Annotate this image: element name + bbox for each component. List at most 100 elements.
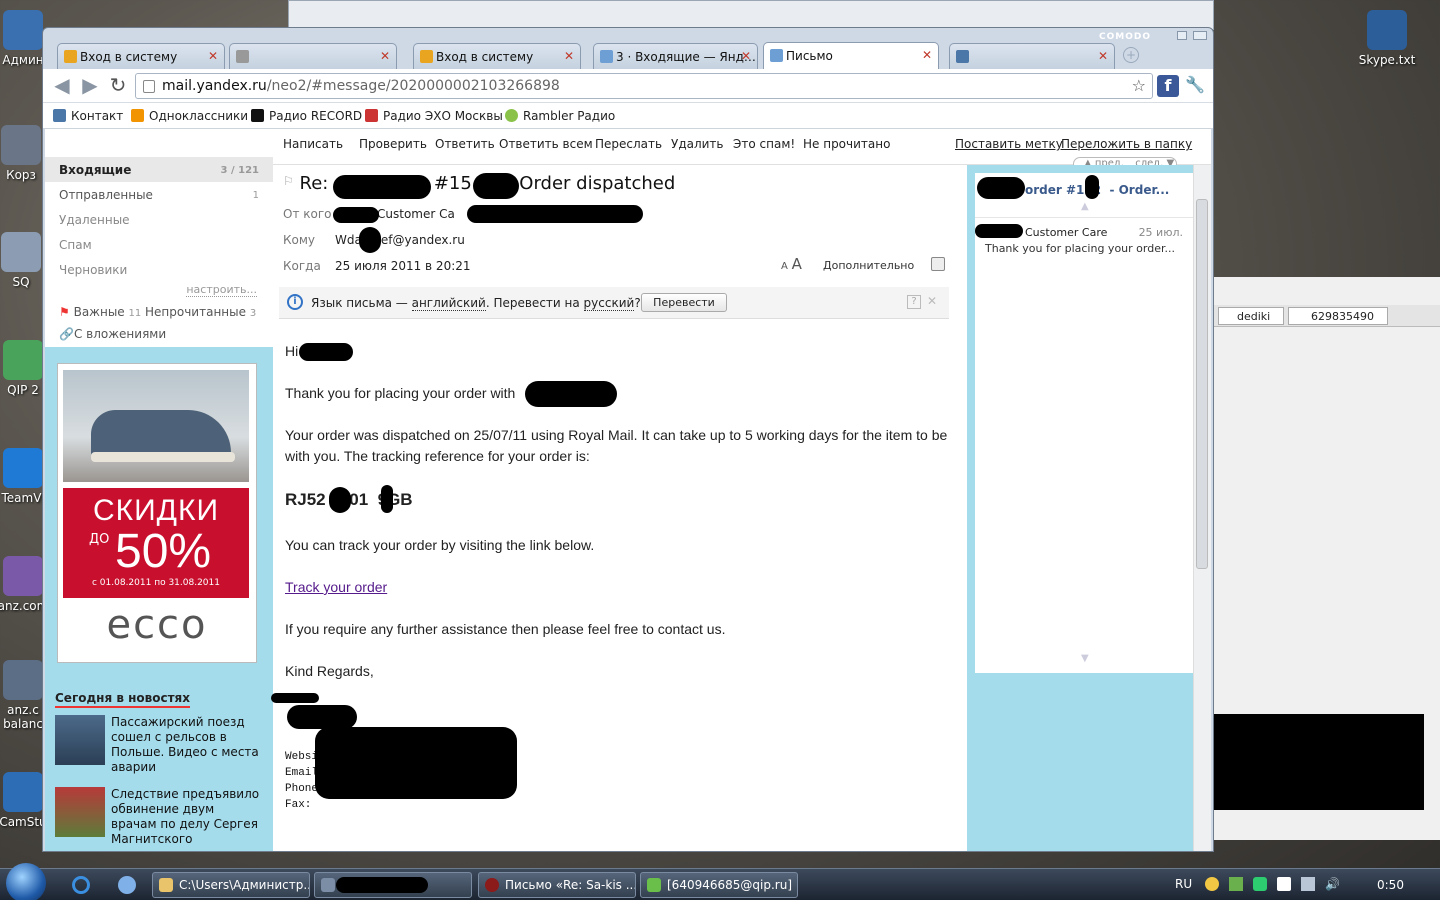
desktop-icon-skype-txt[interactable]: Skype.txt	[1356, 10, 1418, 67]
forward-button[interactable]: Переслать	[595, 137, 662, 151]
ecco-ad[interactable]: СКИДКИ ДО 50% с 01.08.2011 по 31.08.2011…	[57, 363, 257, 663]
forward-icon[interactable]: ▶	[79, 75, 101, 97]
print-icon[interactable]	[931, 257, 945, 271]
network-icon[interactable]	[1301, 877, 1315, 891]
to-value[interactable]: Wda ef@yandex.ru	[335, 233, 465, 247]
redaction	[359, 227, 381, 253]
label-important[interactable]: ⚑ Важные 11	[59, 305, 141, 319]
volume-icon[interactable]: 🔊	[1325, 877, 1340, 891]
tray-app-icon[interactable]	[1205, 877, 1219, 891]
reply-all-button[interactable]: Ответить всем	[499, 137, 593, 151]
reload-icon[interactable]: ↻	[107, 75, 129, 97]
tray-app-icon[interactable]	[1229, 877, 1243, 891]
date-value: 25 июля 2011 в 20:21	[335, 259, 471, 273]
thread-up-icon[interactable]: ▲	[1081, 201, 1089, 212]
window-close-button[interactable]	[1193, 31, 1207, 40]
bookmark-vkontakte[interactable]: Контакт	[53, 109, 123, 123]
tab-inbox[interactable]: 3 · Входящие — Янд… ✕	[593, 43, 758, 69]
taskbar-browser[interactable]: Письмо «Re: Sa-kis ...	[478, 872, 636, 898]
bgapp-tab-dediki[interactable]: dediki	[1218, 307, 1284, 325]
more-details-link[interactable]: Дополнительно	[823, 259, 914, 272]
folder-sent[interactable]: Отправленные 1	[45, 182, 273, 207]
tab-vkontakte[interactable]: ✕	[949, 43, 1115, 69]
url-host: mail.yandex.ru	[162, 78, 267, 94]
vk-icon[interactable]	[1277, 877, 1291, 891]
regards: Kind Regards,	[285, 663, 374, 679]
taskbar-explorer[interactable]: C:\Users\Администр...	[152, 872, 310, 898]
close-icon[interactable]: ✕	[927, 294, 937, 308]
track-order-link[interactable]: Track your order	[285, 577, 387, 598]
redaction	[336, 877, 428, 893]
ad-discount-panel: СКИДКИ ДО 50% с 01.08.2011 по 31.08.2011	[63, 488, 249, 598]
clock[interactable]: 0:50	[1377, 878, 1404, 892]
tray-icons: 🔊	[1205, 877, 1345, 893]
wrench-icon[interactable]: 🔧	[1185, 75, 1205, 95]
delete-button[interactable]: Удалить	[671, 137, 724, 151]
info-icon: i	[287, 294, 303, 310]
folder-drafts[interactable]: Черновики	[45, 257, 273, 282]
folder-spam[interactable]: Спам	[45, 232, 273, 257]
ie-icon[interactable]	[72, 876, 90, 894]
bgapp-tab-contact[interactable]: 629835490	[1288, 307, 1388, 325]
bookmark-echo-moscow[interactable]: Радио ЭХО Москвы	[365, 109, 503, 123]
close-icon[interactable]: ✕	[380, 49, 390, 63]
tray-app-icon[interactable]	[1253, 877, 1267, 891]
scrollbar-thumb[interactable]	[1196, 199, 1208, 569]
move-to-folder-button[interactable]: Переложить в папку	[1061, 137, 1192, 151]
thread-message[interactable]: Customer Care 25 июл. Thank you for plac…	[975, 217, 1193, 263]
taskbar-qip[interactable]: [640946685@qip.ru] ...	[640, 872, 798, 898]
translate-bar: i Язык письма — английский. Перевести на…	[279, 287, 949, 319]
settings-link[interactable]: настроить...	[186, 283, 257, 297]
window-icon	[321, 878, 335, 892]
folder-icon	[159, 878, 173, 892]
facebook-icon[interactable]: f	[1157, 75, 1179, 97]
label-attachments[interactable]: 🔗С вложениями	[59, 327, 166, 341]
thread-pane: order #152 - Order... ▲ Customer Care 25…	[967, 165, 1193, 851]
set-label-button[interactable]: Поставить метку	[955, 137, 1063, 151]
thread-down-icon[interactable]: ▼	[1081, 653, 1089, 664]
vk-icon	[956, 50, 969, 63]
tab-login-1[interactable]: Вход в систему ✕	[57, 43, 225, 69]
close-icon[interactable]: ✕	[564, 49, 574, 63]
news-title[interactable]: Сегодня в новостях	[55, 691, 190, 708]
close-icon[interactable]: ✕	[1098, 49, 1108, 63]
bookmark-radio-record[interactable]: Радио RECORD	[251, 109, 362, 123]
page-scrollbar[interactable]	[1193, 165, 1211, 851]
window-minimize-button[interactable]	[1177, 31, 1187, 40]
check-mail-button[interactable]: Проверить	[359, 137, 427, 151]
browser-window: COMODO Вход в систему ✕ ✕ Вход в систему ✕…	[42, 27, 1214, 852]
reply-button[interactable]: Ответить	[435, 137, 495, 151]
from-value[interactable]: Customer Ca	[377, 207, 455, 221]
echo-icon	[365, 109, 378, 122]
bookmark-odnoklassniki[interactable]: Одноклассники	[131, 109, 248, 123]
new-tab-button[interactable]: +	[1123, 47, 1139, 63]
translate-button[interactable]: Перевести	[641, 293, 727, 312]
star-icon[interactable]: ☆	[1132, 76, 1146, 95]
font-size-toggle[interactable]: A A	[781, 255, 802, 273]
close-icon[interactable]: ✕	[208, 49, 218, 63]
close-icon[interactable]: ✕	[922, 48, 932, 62]
back-icon[interactable]: ◀	[51, 75, 73, 97]
browser-icon	[485, 878, 499, 892]
redaction	[525, 381, 617, 407]
folder-inbox[interactable]: Входящие 3 / 121	[45, 157, 273, 182]
bookmark-rambler-radio[interactable]: Rambler Радио	[505, 109, 615, 123]
label-unread[interactable]: Непрочитанные 3	[145, 305, 256, 319]
flag-icon[interactable]: ⚐	[283, 174, 294, 188]
quicklaunch-icon[interactable]	[118, 876, 136, 894]
bookmarks-bar: Контакт Одноклассники Радио RECORD Радио…	[43, 103, 1213, 129]
tab-letter[interactable]: Письмо ✕	[763, 42, 939, 70]
source-language-link[interactable]: английский	[411, 296, 486, 311]
close-icon[interactable]: ✕	[741, 49, 751, 63]
compose-button[interactable]: Написать	[283, 137, 343, 151]
start-button[interactable]	[6, 863, 46, 900]
mark-unread-button[interactable]: Не прочитано	[803, 137, 890, 151]
folder-deleted[interactable]: Удаленные	[45, 207, 273, 232]
tab-redacted-1[interactable]: ✕	[229, 43, 397, 69]
target-language-link[interactable]: русский	[583, 296, 635, 311]
help-icon[interactable]: ?	[907, 295, 921, 309]
language-indicator[interactable]: RU	[1175, 877, 1192, 891]
spam-button[interactable]: Это спам!	[733, 137, 795, 151]
address-bar[interactable]: mail.yandex.ru/neo2/#message/20200000021…	[135, 73, 1153, 99]
tab-login-2[interactable]: Вход в систему ✕	[413, 43, 581, 69]
